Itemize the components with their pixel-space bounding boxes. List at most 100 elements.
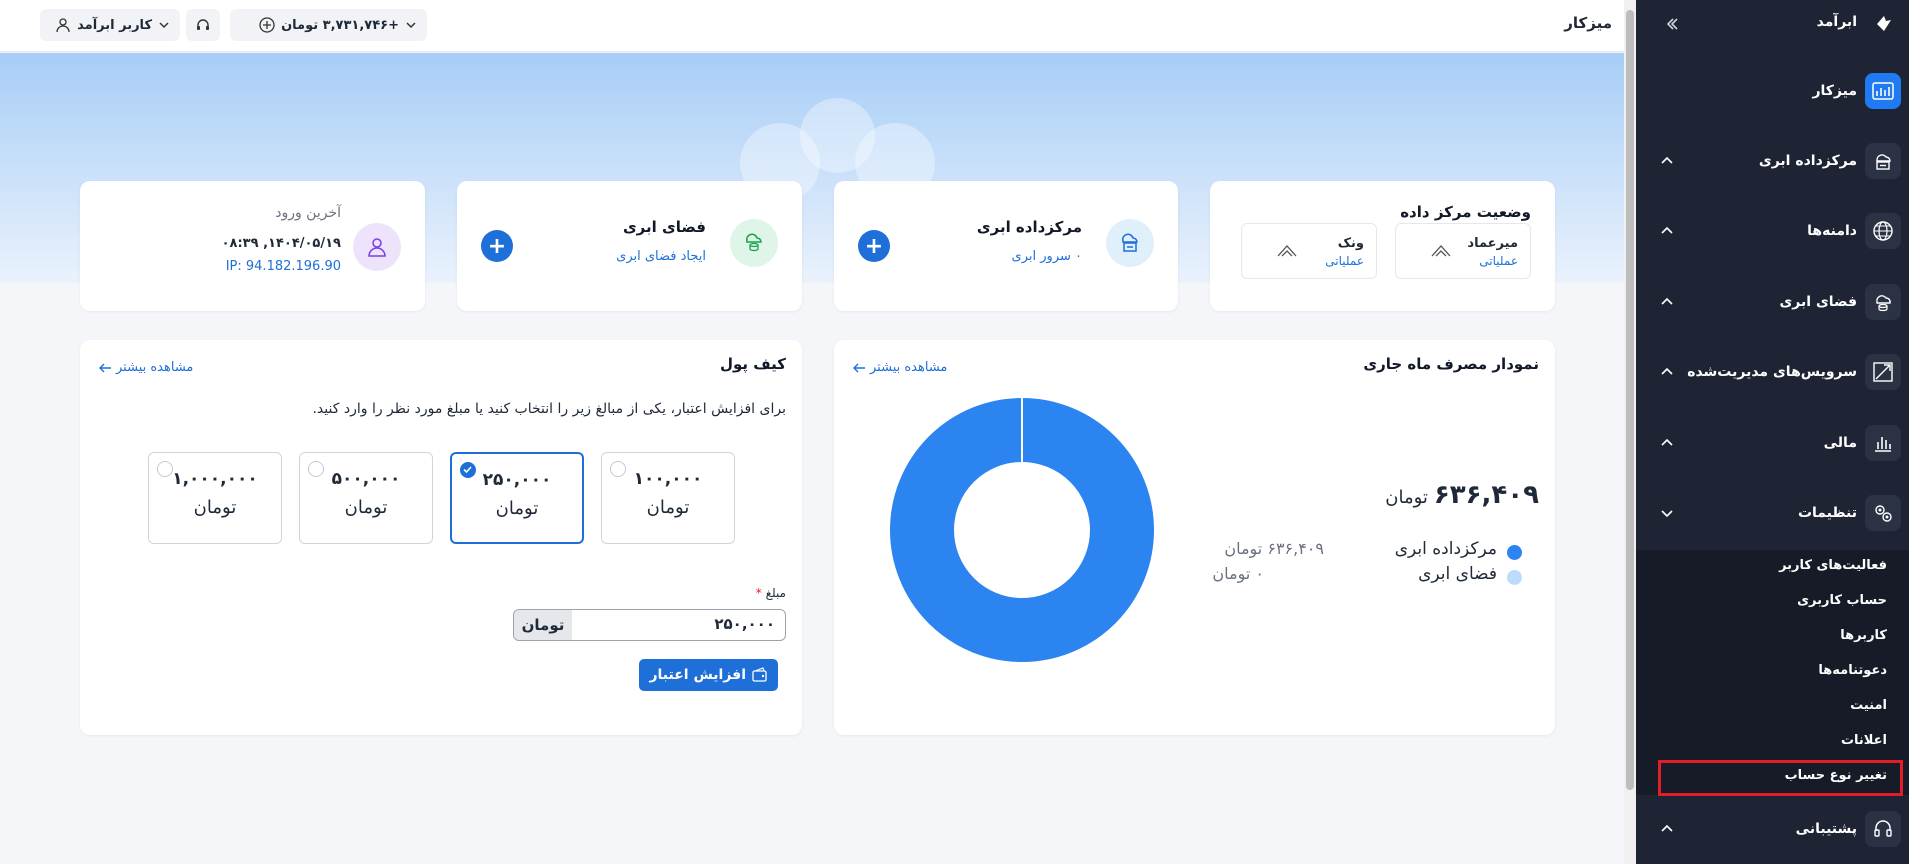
- datacenter-site-mirimad: میرعماد عملیاتی: [1395, 223, 1531, 279]
- amount-value: ۵۰۰,۰۰۰: [331, 469, 401, 489]
- user-icon: [353, 223, 401, 271]
- amount-input[interactable]: ۲۵۰,۰۰۰ تومان: [513, 609, 786, 641]
- brand[interactable]: ابرآمد: [1817, 14, 1891, 31]
- required-asterisk: *: [755, 586, 762, 600]
- amount-unit: تومان: [646, 497, 690, 518]
- site-status: عملیاتی: [1479, 254, 1518, 268]
- balance-amount: +۳,۷۳۱,۷۴۶ تومان: [281, 17, 399, 33]
- balance-button[interactable]: +۳,۷۳۱,۷۴۶ تومان: [230, 9, 427, 41]
- last-login-card: آخرین ورود ۱۴۰۴/۰۵/۱۹, ۰۸:۳۹ IP: 94.182.…: [80, 181, 425, 311]
- amount-option-100000[interactable]: ۱۰۰,۰۰۰ تومان: [601, 452, 735, 544]
- brand-logo-icon: [1877, 16, 1891, 31]
- amount-input-unit: تومان: [514, 610, 572, 640]
- usage-total: ۶۳۶,۴۰۹ تومان: [1385, 480, 1539, 510]
- chevron-up-icon[interactable]: [1660, 436, 1674, 450]
- cloud-datacenter-card: مرکزداده ابری ۰ سرور ابری +: [834, 181, 1178, 311]
- amount-label: مبلغ *: [756, 586, 786, 600]
- chevron-up-icon[interactable]: [1660, 822, 1674, 836]
- add-cloud-server-button[interactable]: +: [858, 230, 890, 262]
- chevron-down-icon: [406, 22, 416, 29]
- cloud-server-icon: [1865, 143, 1901, 179]
- globe-icon: [1865, 213, 1901, 249]
- sidebar-item-cloud-datacenter[interactable]: مرکزداده ابری: [1636, 138, 1909, 184]
- submenu-user-account[interactable]: حساب کاربری: [1797, 593, 1887, 608]
- legend-value-cloud-datacenter: ۶۳۶,۴۰۹ تومان: [1224, 539, 1324, 558]
- chevron-up-icon[interactable]: [1660, 295, 1674, 309]
- sidebar-item-label: فضای ابری: [1779, 294, 1857, 310]
- chevron-up-icon: [1431, 245, 1451, 257]
- last-login-datetime: ۱۴۰۴/۰۵/۱۹, ۰۸:۳۹: [221, 236, 341, 251]
- submenu-notifications[interactable]: اعلانات: [1841, 733, 1887, 748]
- cloud-server-icon: [1106, 219, 1154, 267]
- amount-value: ۱,۰۰۰,۰۰۰: [172, 469, 258, 489]
- topbar: میزکار +۳,۷۳۱,۷۴۶ تومان کاربر ابرآمد: [0, 0, 1636, 52]
- increase-credit-button[interactable]: افزایش اعتبار: [639, 659, 778, 691]
- sidebar-item-dashboard[interactable]: میزکار: [1636, 68, 1909, 114]
- wallet-description: برای افزایش اعتبار، یکی از مبالغ زیر را …: [312, 401, 786, 417]
- sidebar-item-managed-services[interactable]: سرویس‌های مدیریت‌شده: [1636, 349, 1909, 395]
- see-more-label: مشاهده بیشتر: [116, 360, 194, 375]
- chevron-down-icon: [159, 22, 169, 29]
- user-menu-button[interactable]: کاربر ابرآمد: [40, 9, 180, 41]
- amount-value: ۲۵۰,۰۰۰: [482, 470, 552, 490]
- sidebar-item-label: مرکزداده ابری: [1758, 153, 1857, 169]
- chevron-up-icon[interactable]: [1660, 154, 1674, 168]
- see-more-link[interactable]: مشاهده بیشتر: [98, 360, 193, 375]
- amount-unit: تومان: [193, 497, 237, 518]
- amount-input-value: ۲۵۰,۰۰۰: [714, 615, 775, 633]
- create-cloud-space-link[interactable]: ایجاد فضای ابری: [616, 249, 706, 264]
- sidebar: ابرآمد میزکار مرکزداده ابری دامنه‌ها فضا…: [1636, 0, 1909, 864]
- chevron-up-icon[interactable]: [1660, 224, 1674, 238]
- chevron-up-icon: [1277, 245, 1297, 257]
- add-circle-icon: [259, 17, 275, 33]
- sidebar-item-settings[interactable]: تنظیمات: [1636, 490, 1909, 536]
- submenu-change-account-type[interactable]: تغییر نوع حساب: [1785, 768, 1887, 783]
- legend-dot-cloud-datacenter: [1507, 545, 1522, 560]
- see-more-link[interactable]: مشاهده بیشتر: [852, 360, 947, 375]
- amount-option-500000[interactable]: ۵۰۰,۰۰۰ تومان: [299, 452, 433, 544]
- page-scrollbar[interactable]: [1624, 0, 1636, 864]
- submenu-security[interactable]: امنیت: [1850, 698, 1887, 713]
- submenu-user-activities[interactable]: فعالیت‌های کاربر: [1779, 558, 1887, 573]
- chevron-down-icon[interactable]: [1660, 506, 1674, 520]
- settings-gears-icon: [1865, 495, 1901, 531]
- support-button[interactable]: [186, 9, 220, 41]
- legend-value-cloud-space: ۰ تومان: [1212, 564, 1264, 583]
- sidebar-item-label: سرویس‌های مدیریت‌شده: [1687, 364, 1857, 380]
- sidebar-item-cloud-storage[interactable]: فضای ابری: [1636, 279, 1909, 325]
- legend-dot-cloud-space: [1507, 570, 1522, 585]
- legend-label-cloud-datacenter: مرکزداده ابری: [1394, 539, 1497, 559]
- amount-option-1000000[interactable]: ۱,۰۰۰,۰۰۰ تومان: [148, 452, 282, 544]
- headset-icon: [1865, 811, 1901, 847]
- card-title: مرکزداده ابری: [976, 218, 1082, 236]
- sidebar-item-support[interactable]: پشتیبانی: [1636, 806, 1909, 852]
- add-cloud-space-button[interactable]: +: [481, 230, 513, 262]
- sidebar-item-label: پشتیبانی: [1795, 821, 1857, 837]
- sidebar-item-finance[interactable]: مالی: [1636, 420, 1909, 466]
- sidebar-item-domains[interactable]: دامنه‌ها: [1636, 208, 1909, 254]
- card-subtitle[interactable]: ۰ سرور ابری: [1012, 249, 1082, 264]
- increase-credit-label: افزایش اعتبار: [649, 667, 746, 683]
- datacenter-status-card: وضعیت مرکز داده میرعماد عملیاتی ونک عملی…: [1210, 181, 1555, 311]
- site-status: عملیاتی: [1325, 254, 1364, 268]
- see-more-label: مشاهده بیشتر: [870, 360, 948, 375]
- collapse-sidebar-icon[interactable]: [1664, 16, 1680, 32]
- site-name: میرعماد: [1467, 236, 1518, 251]
- amount-option-250000[interactable]: ۲۵۰,۰۰۰ تومان: [450, 452, 584, 544]
- chevron-up-icon[interactable]: [1660, 365, 1674, 379]
- amount-unit: تومان: [344, 497, 388, 518]
- cloud-storage-icon: [1865, 284, 1901, 320]
- dashboard-chart-icon: [1865, 73, 1901, 109]
- submenu-users[interactable]: کاربرها: [1840, 628, 1887, 643]
- sidebar-item-label: دامنه‌ها: [1807, 223, 1857, 239]
- last-login-ip: IP: 94.182.196.90: [225, 259, 341, 274]
- cloud-storage-icon: [730, 219, 778, 267]
- amount-unit: تومان: [495, 498, 539, 519]
- page-title: میزکار: [1564, 14, 1612, 32]
- finance-chart-icon: [1865, 425, 1901, 461]
- scrollbar-thumb[interactable]: [1626, 10, 1634, 790]
- usage-total-value: ۶۳۶,۴۰۹: [1433, 480, 1539, 510]
- submenu-invitations[interactable]: دعوتنامه‌ها: [1818, 663, 1887, 678]
- settings-submenu: فعالیت‌های کاربر حساب کاربری کاربرها دعو…: [1636, 550, 1909, 796]
- site-name: ونک: [1337, 236, 1364, 251]
